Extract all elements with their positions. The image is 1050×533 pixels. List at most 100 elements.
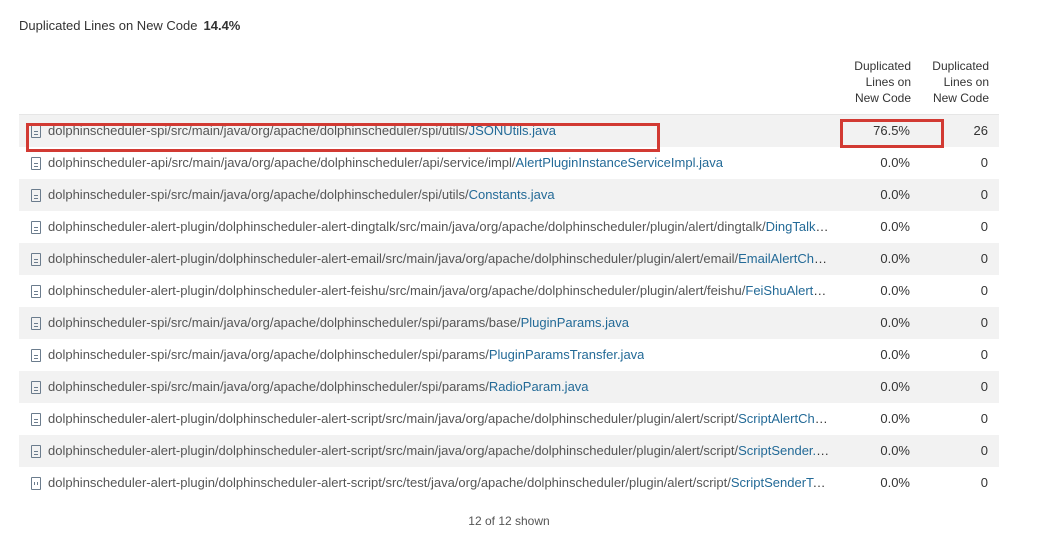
table-row: dolphinscheduler-alert-plugin/dolphinsch… (19, 275, 999, 307)
file-link[interactable]: dolphinscheduler-spi/src/main/java/org/a… (48, 115, 556, 147)
duplicated-percent-value: 0.0% (880, 443, 910, 458)
table-row: dolphinscheduler-spi/src/main/java/org/a… (19, 371, 999, 403)
file-path: dolphinscheduler-alert-plugin/dolphinsch… (48, 443, 739, 458)
file-cell: dolphinscheduler-alert-plugin/dolphinsch… (31, 467, 831, 499)
duplicated-lines-value: 0 (980, 155, 988, 170)
file-icon (31, 156, 41, 170)
file-link[interactable]: dolphinscheduler-spi/src/main/java/org/a… (48, 339, 644, 371)
duplicated-lines-value: 0 (980, 379, 988, 394)
duplicated-lines-value: 0 (980, 411, 988, 426)
file-cell: dolphinscheduler-spi/src/main/java/org/a… (31, 371, 831, 403)
duplicated-lines-value: 0 (980, 251, 988, 266)
table-row: dolphinscheduler-alert-plugin/dolphinsch… (19, 467, 999, 499)
file-path: dolphinscheduler-spi/src/main/java/org/a… (48, 379, 489, 394)
file-link[interactable]: dolphinscheduler-alert-plugin/dolphinsch… (48, 275, 831, 307)
file-icon (31, 188, 41, 202)
file-name: ScriptSenderTest.java (730, 475, 831, 490)
table-row: dolphinscheduler-alert-plugin/dolphinsch… (19, 435, 999, 467)
duplicated-percent-value: 0.0% (880, 347, 910, 362)
file-path: dolphinscheduler-spi/src/main/java/org/a… (48, 347, 489, 362)
file-icon (31, 412, 41, 426)
file-cell: dolphinscheduler-alert-plugin/dolphinsch… (31, 403, 831, 435)
file-name: AlertPluginInstanceServiceImpl.java (515, 155, 723, 170)
duplicated-lines-value: 0 (980, 315, 988, 330)
duplicated-lines-value: 26 (973, 123, 988, 138)
file-path: dolphinscheduler-alert-plugin/dolphinsch… (48, 251, 739, 266)
file-cell: dolphinscheduler-spi/src/main/java/org/a… (31, 307, 831, 339)
table-row: dolphinscheduler-alert-plugin/dolphinsch… (19, 243, 999, 275)
file-cell: dolphinscheduler-alert-plugin/dolphinsch… (31, 435, 831, 467)
file-path: dolphinscheduler-alert-plugin/dolphinsch… (48, 219, 766, 234)
file-cell: dolphinscheduler-alert-plugin/dolphinsch… (31, 275, 831, 307)
table-row: dolphinscheduler-alert-plugin/dolphinsch… (19, 403, 999, 435)
file-link[interactable]: dolphinscheduler-alert-plugin/dolphinsch… (48, 435, 831, 467)
file-icon (31, 284, 41, 298)
file-name: JSONUtils.java (468, 123, 556, 138)
file-name: RadioParam.java (488, 379, 589, 394)
file-path: dolphinscheduler-alert-plugin/dolphinsch… (48, 475, 731, 490)
file-name: PluginParamsTransfer.java (488, 347, 645, 362)
column-header-duplicated-lines[interactable]: Duplicated Lines on New Code (919, 58, 989, 106)
file-path: dolphinscheduler-spi/src/main/java/org/a… (48, 187, 469, 202)
metric-header: Duplicated Lines on New Code 14.4% (19, 17, 240, 35)
file-cell: dolphinscheduler-alert-plugin/dolphinsch… (31, 211, 831, 243)
duplicated-percent-value: 0.0% (880, 155, 910, 170)
file-link[interactable]: dolphinscheduler-alert-plugin/dolphinsch… (48, 403, 831, 435)
file-icon (31, 124, 41, 138)
table-header: Duplicated Lines on New Code Duplicated … (19, 56, 999, 115)
duplicated-percent-value: 0.0% (880, 379, 910, 394)
file-icon (31, 220, 41, 234)
file-link[interactable]: dolphinscheduler-alert-plugin/dolphinsch… (48, 467, 831, 499)
metric-value: 14.4% (203, 18, 241, 33)
file-icon (31, 316, 41, 330)
file-link[interactable]: dolphinscheduler-spi/src/main/java/org/a… (48, 179, 555, 211)
file-link[interactable]: dolphinscheduler-alert-plugin/dolphinsch… (48, 211, 831, 243)
files-table: Duplicated Lines on New Code Duplicated … (19, 56, 999, 499)
file-cell: dolphinscheduler-spi/src/main/java/org/a… (31, 115, 831, 147)
file-path: dolphinscheduler-alert-plugin/dolphinsch… (48, 411, 739, 426)
file-path: dolphinscheduler-api/src/main/java/org/a… (48, 155, 516, 170)
table-row: dolphinscheduler-spi/src/main/java/org/a… (19, 307, 999, 339)
file-name: DingTalkAlertC… (765, 219, 831, 234)
file-link[interactable]: dolphinscheduler-spi/src/main/java/org/a… (48, 371, 589, 403)
file-name: FeiShuAlertChanne… (745, 283, 831, 298)
duplicated-percent-value: 76.5% (873, 123, 910, 138)
duplicated-percent-value: 0.0% (880, 219, 910, 234)
table-row: dolphinscheduler-spi/src/main/java/org/a… (19, 115, 999, 147)
file-name: Constants.java (468, 187, 555, 202)
file-name: EmailAlertChannelF… (738, 251, 831, 266)
duplicated-percent-value: 0.0% (880, 315, 910, 330)
duplicated-percent-value: 0.0% (880, 475, 910, 490)
file-cell: dolphinscheduler-api/src/main/java/org/a… (31, 147, 831, 179)
duplicated-lines-value: 0 (980, 347, 988, 362)
file-name: ScriptSender.java (738, 443, 831, 458)
table-body: dolphinscheduler-spi/src/main/java/org/a… (19, 115, 999, 499)
file-name: PluginParams.java (520, 315, 629, 330)
duplicated-lines-value: 0 (980, 475, 988, 490)
duplicated-percent-value: 0.0% (880, 187, 910, 202)
table-row: dolphinscheduler-api/src/main/java/org/a… (19, 147, 999, 179)
duplicated-percent-value: 0.0% (880, 251, 910, 266)
duplicated-percent-value: 0.0% (880, 411, 910, 426)
metric-label: Duplicated Lines on New Code (19, 18, 198, 33)
duplicated-lines-value: 0 (980, 283, 988, 298)
file-link[interactable]: dolphinscheduler-alert-plugin/dolphinsch… (48, 243, 831, 275)
table-row: dolphinscheduler-alert-plugin/dolphinsch… (19, 211, 999, 243)
file-icon (31, 444, 41, 458)
file-link[interactable]: dolphinscheduler-spi/src/main/java/org/a… (48, 307, 629, 339)
file-cell: dolphinscheduler-spi/src/main/java/org/a… (31, 179, 831, 211)
file-icon (31, 348, 41, 362)
duplicated-lines-value: 0 (980, 443, 988, 458)
file-cell: dolphinscheduler-alert-plugin/dolphinsch… (31, 243, 831, 275)
table-row: dolphinscheduler-spi/src/main/java/org/a… (19, 339, 999, 371)
duplicated-lines-value: 0 (980, 219, 988, 234)
file-link[interactable]: dolphinscheduler-api/src/main/java/org/a… (48, 147, 723, 179)
file-icon (31, 380, 41, 394)
column-header-duplicated-percent[interactable]: Duplicated Lines on New Code (831, 58, 911, 106)
test-file-icon (31, 476, 41, 490)
file-path: dolphinscheduler-spi/src/main/java/org/a… (48, 123, 469, 138)
shown-count: 12 of 12 shown (468, 514, 550, 528)
file-name: ScriptAlertChannelF… (738, 411, 831, 426)
file-cell: dolphinscheduler-spi/src/main/java/org/a… (31, 339, 831, 371)
duplicated-lines-value: 0 (980, 187, 988, 202)
